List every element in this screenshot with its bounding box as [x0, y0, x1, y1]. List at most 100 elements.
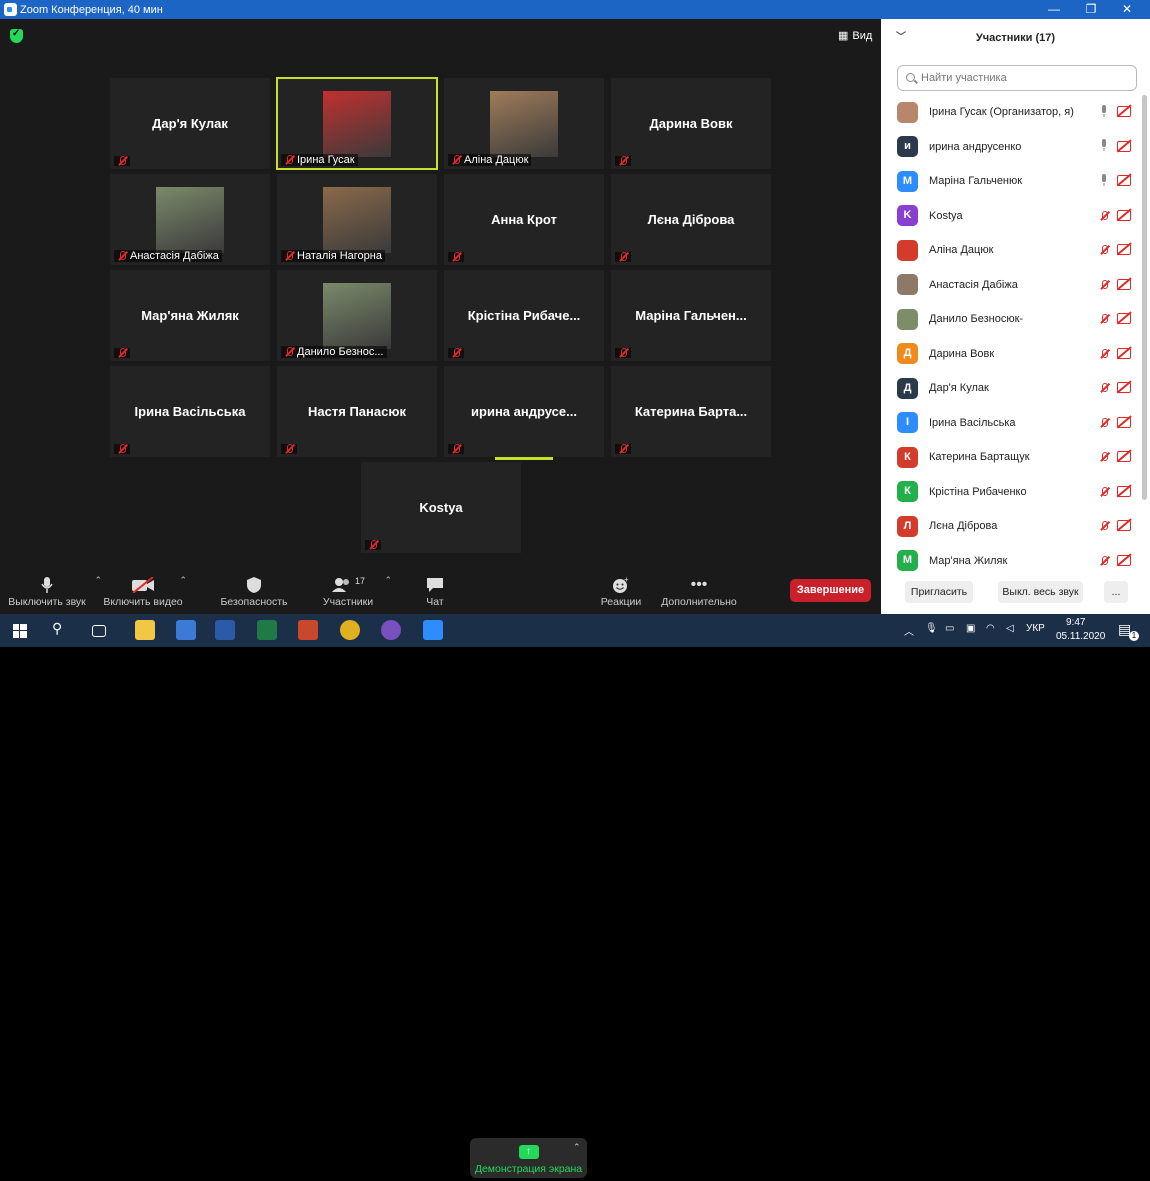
participant-row[interactable]: І Ірина Васільська	[881, 406, 1145, 440]
file-explorer-icon[interactable]	[135, 620, 155, 640]
mic-muted-icon[interactable]	[1099, 245, 1109, 255]
microphone-icon[interactable]	[1100, 173, 1108, 189]
video-tile[interactable]: Мар'яна Жиляк	[110, 270, 270, 361]
video-off-icon[interactable]	[1117, 244, 1131, 255]
video-tile[interactable]: Дарина Вовк	[611, 78, 771, 169]
chevron-down-icon[interactable]: ﹀	[896, 19, 906, 57]
participant-row[interactable]: Л Лєна Діброва	[881, 509, 1145, 543]
video-tile[interactable]: Наталія Нагорна	[277, 174, 437, 265]
video-tile[interactable]: Данило Безнос...	[277, 270, 437, 361]
chevron-up-icon[interactable]: ⌃	[179, 575, 187, 586]
video-tile[interactable]: Kostya	[361, 462, 521, 553]
mic-tray-icon[interactable]: 🎙	[925, 623, 938, 634]
clock-date[interactable]: 05.11.2020	[1056, 631, 1105, 642]
video-off-icon[interactable]	[1117, 451, 1131, 462]
participant-row[interactable]: Д Дарина Вовк	[881, 337, 1145, 371]
video-tile[interactable]: Настя Панасюк	[277, 366, 437, 457]
end-meeting-button[interactable]: Завершение	[790, 579, 871, 602]
mic-muted-icon[interactable]	[1099, 521, 1109, 531]
participant-search-input[interactable]: Найти участника	[897, 65, 1137, 91]
participant-row[interactable]: K Kostya	[881, 199, 1145, 233]
participant-row[interactable]: Анастасія Дабіжа	[881, 268, 1145, 302]
more-button[interactable]: ••• Дополнительно	[660, 567, 738, 614]
video-off-icon[interactable]	[1117, 175, 1131, 186]
task-view-icon[interactable]	[92, 625, 106, 637]
participant-row[interactable]: М Мар'яна Жиляк	[881, 544, 1145, 578]
chevron-up-icon[interactable]: ⌃	[94, 575, 102, 586]
mic-muted-icon[interactable]	[1099, 314, 1109, 324]
view-button[interactable]: ▦ Вид	[838, 29, 872, 43]
video-off-icon[interactable]	[1117, 485, 1131, 497]
viber-icon[interactable]	[381, 620, 401, 640]
panel-more-button[interactable]: ...	[1104, 581, 1128, 603]
video-tile[interactable]: Лєна Діброва	[611, 174, 771, 265]
participant-row[interactable]: К Крістіна Рибаченко	[881, 475, 1145, 509]
mic-muted-icon[interactable]	[1099, 452, 1109, 462]
video-tile[interactable]: ирина андрусе...	[444, 366, 604, 457]
mute-button[interactable]: Выключить звук ⌃	[8, 567, 102, 614]
chat-button[interactable]: Чат	[420, 567, 450, 614]
mic-muted-icon[interactable]	[1099, 383, 1109, 393]
security-shield-icon[interactable]	[10, 28, 23, 43]
video-tile[interactable]: Дар'я Кулак	[110, 78, 270, 169]
video-off-icon[interactable]	[1117, 554, 1131, 566]
mic-muted-icon[interactable]	[1099, 555, 1109, 566]
mic-muted-icon[interactable]	[1099, 417, 1109, 428]
powerpoint-icon[interactable]	[298, 620, 318, 640]
video-off-icon[interactable]	[1117, 416, 1131, 428]
video-off-icon[interactable]	[1117, 520, 1131, 531]
microphone-icon[interactable]	[1100, 104, 1108, 120]
video-tile[interactable]: Катерина Барта...	[611, 366, 771, 457]
video-off-icon[interactable]	[1117, 140, 1131, 152]
video-tile[interactable]: Аліна Дацюк	[444, 78, 604, 169]
search-icon[interactable]: ⚲	[52, 620, 72, 640]
clock-time[interactable]: 9:47	[1066, 617, 1085, 628]
panel-scrollbar[interactable]	[1142, 95, 1147, 500]
participant-row[interactable]: К Катерина Бартащук	[881, 440, 1145, 474]
participant-row[interactable]: и ирина андрусенко	[881, 130, 1145, 164]
mute-all-button[interactable]: Выкл. весь звук	[998, 581, 1083, 603]
language-indicator[interactable]: УКР	[1026, 623, 1045, 634]
video-tile[interactable]: Анастасія Дабіжа	[110, 174, 270, 265]
chevron-up-icon[interactable]: ⌃	[573, 1142, 581, 1153]
share-screen-button[interactable]: ↑ Демонстрация экрана ⌃	[470, 1138, 587, 1178]
video-tile[interactable]: Ірина Васільська	[110, 366, 270, 457]
reactions-button[interactable]: + Реакции	[600, 567, 642, 614]
mic-muted-icon[interactable]	[1099, 210, 1109, 221]
video-tile[interactable]: Ірина Гусак	[276, 77, 438, 170]
mic-muted-icon[interactable]	[1099, 279, 1109, 290]
participant-row[interactable]: Д Дар'я Кулак	[881, 371, 1145, 405]
chevron-up-icon[interactable]: ︿	[904, 623, 914, 638]
video-off-icon[interactable]	[1117, 382, 1131, 393]
microphone-icon[interactable]	[1100, 139, 1108, 154]
close-button[interactable]: ✕	[1104, 0, 1150, 19]
security-button[interactable]: Безопасность	[221, 567, 288, 614]
video-tile[interactable]: Анна Крот	[444, 174, 604, 265]
chrome-icon[interactable]	[340, 620, 360, 640]
zoom-taskbar-icon[interactable]	[423, 620, 443, 640]
video-off-icon[interactable]	[1117, 278, 1131, 290]
volume-icon[interactable]: ◁	[1006, 623, 1014, 634]
participant-row[interactable]: Данило Безнoсюк-	[881, 302, 1145, 336]
excel-icon[interactable]	[257, 620, 277, 640]
chevron-up-icon[interactable]: ⌃	[384, 575, 392, 586]
video-off-icon[interactable]	[1117, 347, 1131, 359]
mic-muted-icon[interactable]	[1099, 348, 1109, 359]
video-tile[interactable]: Маріна Гальчен...	[611, 270, 771, 361]
word-icon[interactable]	[215, 620, 235, 640]
participant-row[interactable]: Ірина Гусак (Организатор, я)	[881, 95, 1145, 129]
windows-start-icon[interactable]	[13, 624, 27, 638]
video-button[interactable]: Включить видео ⌃	[103, 567, 187, 614]
participant-row[interactable]: М Маріна Гальченюк	[881, 164, 1145, 198]
wifi-icon[interactable]: ◠	[986, 623, 995, 634]
participant-row[interactable]: Аліна Дацюк	[881, 233, 1145, 267]
video-off-icon[interactable]	[1117, 313, 1131, 324]
video-tile[interactable]: Крістіна Рибаче...	[444, 270, 604, 361]
store-icon[interactable]	[176, 620, 196, 640]
video-off-icon[interactable]	[1117, 106, 1131, 117]
invite-button[interactable]: Пригласить	[905, 581, 973, 603]
battery-icon[interactable]: ▭	[945, 623, 954, 634]
video-off-icon[interactable]	[1117, 209, 1131, 221]
mic-muted-icon[interactable]	[1099, 486, 1109, 497]
display-icon[interactable]: ▣	[966, 623, 975, 634]
